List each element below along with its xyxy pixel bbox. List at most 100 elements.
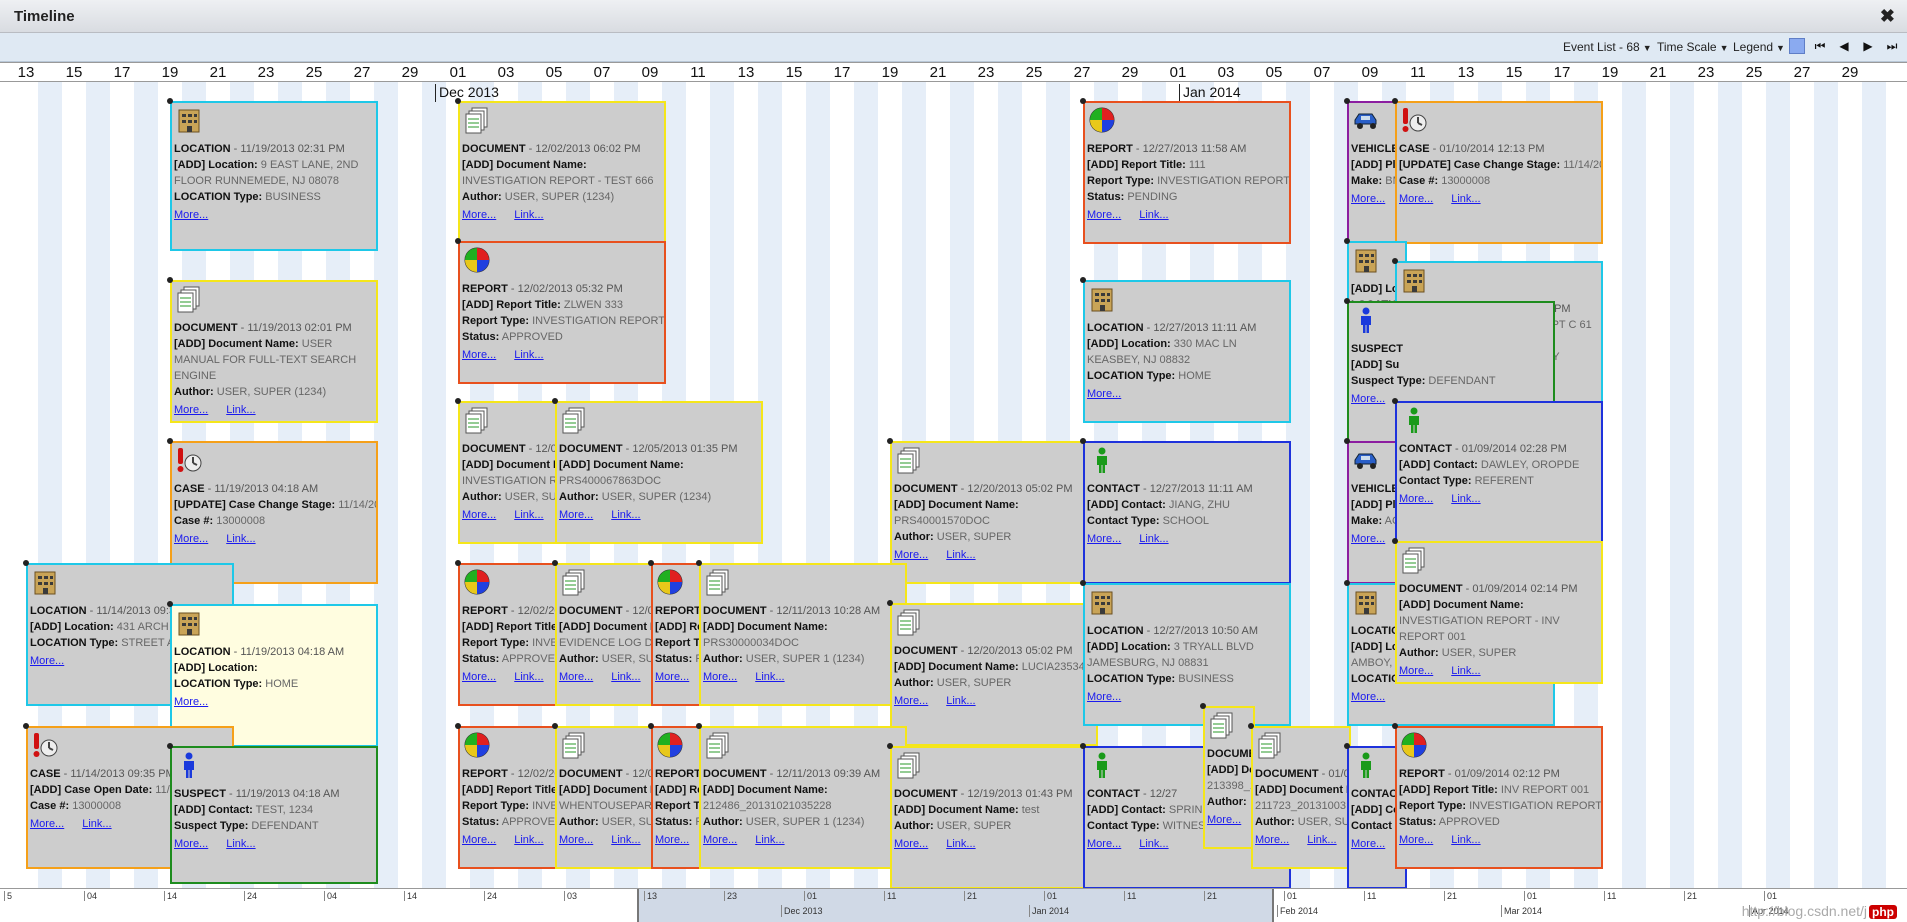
more-link[interactable]: More... [462, 834, 496, 846]
link-link[interactable]: Link... [514, 209, 543, 221]
event-card-document[interactable]: DOCUMENT - 12/19/2013 01:43 PM [ADD] Docu… [890, 746, 1098, 889]
event-card-location[interactable]: LOCATION - 12/27/2013 11:11 AM [ADD] Loca… [1083, 280, 1291, 423]
event-card-document[interactable]: DOCUMENT - 12/0 [ADD] Document N EVIDENCE … [555, 563, 655, 706]
more-link[interactable]: More... [1351, 393, 1385, 405]
more-link[interactable]: More... [703, 671, 737, 683]
link-link[interactable]: Link... [946, 838, 975, 850]
event-card-document[interactable]: DOCUMENT - 11/19/2013 02:01 PM [ADD] Docu… [170, 280, 378, 423]
overview-band[interactable]: 5 04 14 24 04 14 24 03 13 23 01 11 21 01 11 21 01 11 21 01 1… [0, 888, 1907, 922]
link-link[interactable]: Link... [611, 834, 640, 846]
link-link[interactable]: Link... [226, 838, 255, 850]
event-card-report[interactable]: REPORT [ADD] Re Report T Status: P More... [651, 726, 701, 869]
link-link[interactable]: Link... [226, 404, 255, 416]
timeline-canvas[interactable]: 13 15 17 19 21 23 25 27 29 01 03 05 07 09 11 13 15 17 19 21… [0, 62, 1907, 889]
more-link[interactable]: More... [1087, 838, 1121, 850]
event-card-contact[interactable]: CONTACT - 01/09/2014 02:28 PM [ADD] Conta… [1395, 401, 1603, 544]
more-link[interactable]: More... [174, 533, 208, 545]
more-link[interactable]: More... [462, 509, 496, 521]
more-link[interactable]: More... [655, 834, 689, 846]
link-link[interactable]: Link... [755, 834, 784, 846]
event-card-report[interactable]: REPORT [ADD] Re Report T Status: P More... [651, 563, 701, 706]
event-card-location[interactable]: LOCATION - 11/19/2013 02:31 PM [ADD] Loca… [170, 101, 378, 251]
event-card-report[interactable]: REPORT - 12/02/20 [ADD] Report Title Repor… [458, 726, 558, 869]
link-link[interactable]: Link... [1451, 193, 1480, 205]
link-link[interactable]: Link... [82, 818, 111, 830]
link-link[interactable]: Link... [946, 549, 975, 561]
more-link[interactable]: More... [655, 671, 689, 683]
event-card-report[interactable]: REPORT - 01/09/2014 02:12 PM [ADD] Report… [1395, 726, 1603, 869]
more-link[interactable]: More... [1399, 193, 1433, 205]
more-link[interactable]: More... [1351, 838, 1385, 850]
more-link[interactable]: More... [559, 834, 593, 846]
event-list-dropdown[interactable]: Event List - 68 ▼ [1563, 40, 1652, 54]
more-link[interactable]: More... [174, 838, 208, 850]
more-link[interactable]: More... [1207, 814, 1241, 826]
link-link[interactable]: Link... [1139, 533, 1168, 545]
more-link[interactable]: More... [1087, 209, 1121, 221]
more-link[interactable]: More... [703, 834, 737, 846]
more-link[interactable]: More... [174, 209, 208, 221]
next-page-icon[interactable]: ▶ [1860, 38, 1876, 54]
event-card-document[interactable]: DOCUMENT - 12/20/2013 05:02 PM [ADD] Docu… [890, 603, 1098, 746]
more-link[interactable]: More... [559, 671, 593, 683]
event-card-case[interactable]: CASE - 01/10/2014 12:13 PM [UPDATE] Case … [1395, 101, 1603, 244]
event-card-report[interactable]: REPORT - 12/27/2013 11:58 AM [ADD] Report… [1083, 101, 1291, 244]
more-link[interactable]: More... [462, 349, 496, 361]
link-link[interactable]: Link... [514, 349, 543, 361]
close-icon[interactable]: ✖ [1880, 6, 1895, 27]
link-link[interactable]: Link... [611, 671, 640, 683]
view-toggle-button[interactable] [1789, 38, 1805, 54]
event-card-document[interactable]: DOCUMENT - 12/20/2013 05:02 PM [ADD] Docu… [890, 441, 1098, 584]
more-link[interactable]: More... [1351, 533, 1385, 545]
more-link[interactable]: More... [174, 404, 208, 416]
event-card-report[interactable]: REPORT - 12/02/2013 05:32 PM [ADD] Report… [458, 241, 666, 384]
event-card-document[interactable]: DOCUMENT - 12/05/2013 01:35 PM [ADD] Docu… [555, 401, 763, 544]
more-link[interactable]: More... [1255, 834, 1289, 846]
link-link[interactable]: Link... [226, 533, 255, 545]
more-link[interactable]: More... [894, 549, 928, 561]
more-link[interactable]: More... [1351, 193, 1385, 205]
link-link[interactable]: Link... [1451, 834, 1480, 846]
link-link[interactable]: Link... [514, 509, 543, 521]
time-scale-dropdown[interactable]: Time Scale ▼ [1657, 40, 1729, 54]
link-link[interactable]: Link... [1139, 838, 1168, 850]
link-link[interactable]: Link... [1307, 834, 1336, 846]
event-card-location[interactable]: LOCATION - 12/27/2013 10:50 AM [ADD] Loca… [1083, 583, 1291, 726]
more-link[interactable]: More... [30, 818, 64, 830]
event-card-document[interactable]: DOCUMENT - 12/11/2013 09:39 AM [ADD] Docu… [699, 726, 907, 869]
event-card-contact[interactable]: CONTACT - 12/27/2013 11:11 AM [ADD] Conta… [1083, 441, 1291, 584]
more-link[interactable]: More... [559, 509, 593, 521]
more-link[interactable]: More... [894, 838, 928, 850]
legend-dropdown[interactable]: Legend ▼ [1733, 40, 1785, 54]
link-link[interactable]: Link... [611, 509, 640, 521]
event-card-document[interactable]: DOCUMENT - 12/11/2013 10:28 AM [ADD] Docu… [699, 563, 907, 706]
event-card-document[interactable]: DOCUMENT - 12/02/2013 06:02 PM [ADD] Docu… [458, 101, 666, 244]
link-link[interactable]: Link... [514, 834, 543, 846]
event-card-suspect[interactable]: SUSPECT - 11/19/2013 04:18 AM [ADD] Conta… [170, 746, 378, 884]
more-link[interactable]: More... [1087, 388, 1121, 400]
prev-page-icon[interactable]: ◀ [1836, 38, 1852, 54]
event-card-document[interactable]: DOCUMENT - 01/0 [ADD] Document N 211723_20… [1251, 726, 1351, 869]
more-link[interactable]: More... [1087, 691, 1121, 703]
event-card-document[interactable]: DOCUME [ADD] Do 213398_11BA03 Author: More..… [1203, 706, 1255, 849]
more-link[interactable]: More... [462, 209, 496, 221]
link-link[interactable]: Link... [946, 695, 975, 707]
more-link[interactable]: More... [1351, 691, 1385, 703]
link-link[interactable]: Link... [1451, 493, 1480, 505]
more-link[interactable]: More... [1399, 493, 1433, 505]
more-link[interactable]: More... [174, 696, 208, 708]
event-card-document[interactable]: DOCUMENT - 12/0 [ADD] Document N INVESTIGA… [458, 401, 558, 544]
more-link[interactable]: More... [30, 655, 64, 667]
link-link[interactable]: Link... [1451, 665, 1480, 677]
more-link[interactable]: More... [894, 695, 928, 707]
more-link[interactable]: More... [1399, 665, 1433, 677]
more-link[interactable]: More... [1399, 834, 1433, 846]
event-card-document[interactable]: DOCUMENT - 12/0 [ADD] Document N WHENTOUSE… [555, 726, 655, 869]
event-card-report[interactable]: REPORT - 12/02/20 [ADD] Report Title Repor… [458, 563, 558, 706]
more-link[interactable]: More... [462, 671, 496, 683]
last-page-icon[interactable]: ⏭ [1884, 38, 1900, 54]
event-card-document[interactable]: DOCUMENT - 01/09/2014 02:14 PM [ADD] Docu… [1395, 541, 1603, 684]
link-link[interactable]: Link... [514, 671, 543, 683]
more-link[interactable]: More... [1087, 533, 1121, 545]
link-link[interactable]: Link... [1139, 209, 1168, 221]
